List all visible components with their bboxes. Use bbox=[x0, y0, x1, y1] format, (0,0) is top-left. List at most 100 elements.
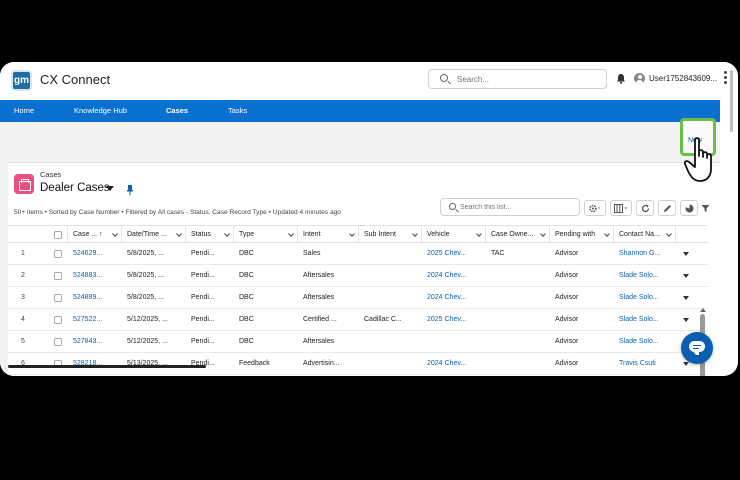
row-checkbox[interactable] bbox=[54, 272, 62, 280]
page-scrollbar[interactable] bbox=[730, 70, 733, 132]
col-vehicle[interactable]: Vehicle bbox=[422, 226, 486, 244]
table-row[interactable]: 3 524889... 5/8/2025, ... Pendi... DBC A… bbox=[8, 287, 708, 309]
chevron-down-icon bbox=[112, 231, 118, 237]
cases-icon bbox=[14, 174, 34, 194]
row-number: 2 bbox=[21, 272, 25, 279]
row-number: 6 bbox=[21, 360, 25, 367]
sub-intent-cell: Cadillac C... bbox=[364, 316, 402, 323]
chevron-down-icon bbox=[224, 231, 230, 237]
type-cell: DBC bbox=[239, 272, 254, 279]
case-number-link[interactable]: 524889... bbox=[68, 287, 122, 309]
contact-link[interactable]: Slade Solo... bbox=[614, 287, 676, 309]
inline-edit-button[interactable] bbox=[658, 200, 676, 216]
select-all-checkbox[interactable] bbox=[54, 231, 62, 239]
date-cell: 5/8/2025, ... bbox=[127, 294, 164, 301]
vehicle-link[interactable]: 2025 Chev... bbox=[422, 243, 486, 265]
status-cell: Pendi... bbox=[191, 316, 215, 323]
chevron-down-icon bbox=[604, 231, 610, 237]
table-scroll-up-icon[interactable] bbox=[700, 308, 706, 312]
nav-tasks[interactable]: Tasks bbox=[228, 106, 247, 115]
filter-icon bbox=[701, 204, 709, 212]
chevron-down-icon bbox=[349, 231, 355, 237]
bell-icon[interactable] bbox=[616, 73, 626, 84]
chat-button[interactable] bbox=[681, 332, 713, 364]
nav-cases[interactable]: Cases bbox=[166, 106, 188, 115]
sub-intent-cell bbox=[359, 265, 422, 287]
list-view-title[interactable]: Dealer Cases bbox=[40, 182, 110, 194]
case-number-link[interactable]: 528218... bbox=[68, 353, 122, 375]
table-row[interactable]: 2 524883... 5/8/2025, ... Pendi... DBC A… bbox=[8, 265, 708, 287]
row-number: 1 bbox=[21, 250, 25, 257]
global-search[interactable] bbox=[428, 69, 607, 89]
col-pending-with[interactable]: Pending with bbox=[550, 226, 614, 244]
vehicle-link[interactable]: 2024 Chev... bbox=[422, 287, 486, 309]
nav-home[interactable]: Home bbox=[14, 106, 34, 115]
list-settings-button[interactable] bbox=[584, 200, 606, 216]
vehicle-link[interactable]: 2024 Chev... bbox=[422, 353, 486, 375]
table-view-icon bbox=[614, 203, 628, 213]
row-checkbox[interactable] bbox=[54, 250, 62, 258]
col-status[interactable]: Status bbox=[186, 226, 234, 244]
row-checkbox[interactable] bbox=[54, 294, 62, 302]
vehicle-link[interactable]: 2025 Chev... bbox=[422, 309, 486, 331]
pin-icon[interactable] bbox=[126, 184, 134, 196]
type-cell: Feedback bbox=[239, 360, 270, 367]
hand-cursor-icon bbox=[683, 137, 712, 182]
case-number-link[interactable]: 527843... bbox=[68, 331, 122, 353]
vehicle-link[interactable] bbox=[422, 331, 486, 353]
vehicle-link[interactable]: 2024 Chev... bbox=[422, 265, 486, 287]
refresh-button[interactable] bbox=[636, 200, 654, 216]
user-name[interactable]: User1752843609... bbox=[649, 74, 717, 83]
avatar-icon[interactable] bbox=[634, 73, 645, 84]
kebab-menu-icon[interactable] bbox=[724, 71, 727, 85]
table-row[interactable]: 1 524629... 5/8/2025, ... Pendi... DBC S… bbox=[8, 243, 708, 265]
video-progress-bar bbox=[8, 365, 206, 368]
col-type[interactable]: Type bbox=[234, 226, 298, 244]
col-intent[interactable]: Intent bbox=[298, 226, 359, 244]
case-number-link[interactable]: 524883... bbox=[68, 265, 122, 287]
col-case-owner[interactable]: Case Owne... bbox=[486, 226, 550, 244]
table-row[interactable]: 5 527843... 5/12/2025, ... Pendi... DBC … bbox=[8, 331, 708, 353]
row-number: 3 bbox=[21, 294, 25, 301]
contact-link[interactable]: Travis Csuti bbox=[614, 353, 676, 375]
contact-link[interactable]: Slade Solo... bbox=[614, 309, 676, 331]
col-case-number[interactable]: Case ... ↑ bbox=[68, 226, 122, 244]
contact-link[interactable]: Slade Solo... bbox=[614, 331, 676, 353]
list-search[interactable] bbox=[440, 198, 580, 216]
refresh-icon bbox=[641, 204, 649, 212]
row-checkbox[interactable] bbox=[54, 338, 62, 346]
case-number-link[interactable]: 527522... bbox=[68, 309, 122, 331]
type-cell: DBC bbox=[239, 338, 254, 345]
col-date-time[interactable]: Date/Time ... bbox=[122, 226, 186, 244]
row-action-chevron-icon[interactable] bbox=[683, 252, 689, 256]
col-select-all[interactable] bbox=[48, 226, 68, 244]
gm-logo[interactable]: gm bbox=[11, 70, 32, 91]
row-action-chevron-icon[interactable] bbox=[683, 274, 689, 278]
pending-cell: Advisor bbox=[555, 294, 579, 301]
nav-knowledge-hub[interactable]: Knowledge Hub bbox=[74, 106, 127, 115]
app-title: CX Connect bbox=[40, 72, 111, 87]
col-sub-intent[interactable]: Sub Intent bbox=[359, 226, 422, 244]
contact-link[interactable]: Shannon G... bbox=[614, 243, 676, 265]
col-contact-name[interactable]: Contact Na... bbox=[614, 226, 676, 244]
sub-intent-cell bbox=[359, 243, 422, 265]
global-search-input[interactable] bbox=[457, 73, 597, 86]
contact-link[interactable]: Slade Solo... bbox=[614, 265, 676, 287]
charts-button[interactable] bbox=[680, 200, 698, 216]
row-action-chevron-icon[interactable] bbox=[683, 362, 689, 366]
status-cell: Pendi... bbox=[191, 250, 215, 257]
list-search-input[interactable] bbox=[460, 202, 575, 213]
table-row[interactable]: 4 527522... 5/12/2025, ... Pendi... DBC … bbox=[8, 309, 708, 331]
type-cell: DBC bbox=[239, 294, 254, 301]
chevron-down-icon[interactable] bbox=[106, 186, 114, 191]
filter-button[interactable] bbox=[698, 200, 712, 216]
display-as-button[interactable] bbox=[610, 200, 632, 216]
case-number-link[interactable]: 524629... bbox=[68, 243, 122, 265]
chart-icon bbox=[685, 203, 694, 212]
row-checkbox[interactable] bbox=[54, 316, 62, 324]
object-label: Cases bbox=[40, 170, 62, 179]
row-action-chevron-icon[interactable] bbox=[683, 296, 689, 300]
sort-arrow-icon: ↑ bbox=[99, 231, 103, 238]
table-row[interactable]: 6 528218... 5/13/2025, ... Pendi... Feed… bbox=[8, 353, 708, 375]
row-action-chevron-icon[interactable] bbox=[683, 318, 689, 322]
